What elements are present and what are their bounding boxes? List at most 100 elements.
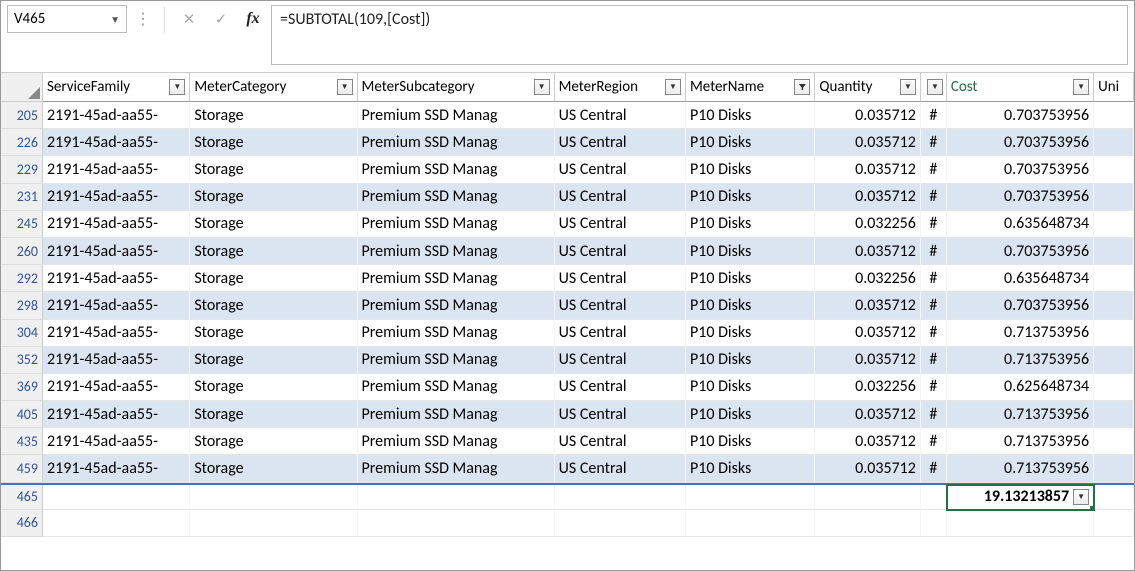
cell-metername[interactable]: P10 Disks — [686, 401, 815, 428]
cell-servicefamily[interactable]: 2191-45ad-aa55- — [43, 156, 190, 183]
cell[interactable] — [1094, 510, 1134, 537]
cell-uni[interactable] — [1094, 102, 1134, 129]
cell-servicefamily[interactable]: 2191-45ad-aa55- — [43, 347, 190, 374]
cell-narrow[interactable]: # — [921, 129, 947, 156]
chevron-down-icon[interactable]: ▼ — [110, 13, 120, 26]
cell-quantity[interactable]: 0.032256 — [815, 265, 921, 292]
cell-quantity[interactable]: 0.035712 — [815, 156, 921, 183]
cell-metername[interactable]: P10 Disks — [686, 428, 815, 455]
cell-uni[interactable] — [1094, 238, 1134, 265]
cell-uni[interactable] — [1094, 347, 1134, 374]
cell-metersubcategory[interactable]: Premium SSD Manag — [358, 238, 555, 265]
cell-metersubcategory[interactable]: Premium SSD Manag — [358, 265, 555, 292]
kebab-icon[interactable]: ⋮ — [131, 5, 154, 33]
filter-dropdown-icon[interactable] — [900, 79, 916, 95]
cell-metersubcategory[interactable]: Premium SSD Manag — [358, 156, 555, 183]
cell-cost[interactable]: 0.635648734 — [947, 265, 1094, 292]
cell-metername[interactable]: P10 Disks — [686, 455, 815, 482]
select-all-corner[interactable] — [1, 73, 43, 102]
cell-uni[interactable] — [1094, 320, 1134, 347]
cell-narrow[interactable]: # — [921, 428, 947, 455]
filter-dropdown-icon[interactable] — [337, 79, 353, 95]
cell[interactable] — [1094, 485, 1134, 510]
cell-narrow[interactable]: # — [921, 347, 947, 374]
header-servicefamily[interactable]: ServiceFamily — [43, 73, 190, 102]
cell-metersubcategory[interactable]: Premium SSD Manag — [358, 292, 555, 319]
row-number[interactable]: 459 — [1, 455, 43, 482]
cell-metercategory[interactable]: Storage — [190, 129, 357, 156]
cell-metersubcategory[interactable]: Premium SSD Manag — [358, 428, 555, 455]
cell[interactable] — [921, 485, 947, 510]
header-cost[interactable]: Cost — [947, 73, 1094, 102]
cell-narrow[interactable]: # — [921, 238, 947, 265]
cell-servicefamily[interactable]: 2191-45ad-aa55- — [43, 292, 190, 319]
cell-servicefamily[interactable]: 2191-45ad-aa55- — [43, 238, 190, 265]
cell-quantity[interactable]: 0.035712 — [815, 455, 921, 482]
cell-meterregion[interactable]: US Central — [555, 401, 686, 428]
cell-servicefamily[interactable]: 2191-45ad-aa55- — [43, 265, 190, 292]
header-metername[interactable]: MeterName — [686, 73, 815, 102]
cell-meterregion[interactable]: US Central — [555, 292, 686, 319]
cell-metername[interactable]: P10 Disks — [686, 184, 815, 211]
filter-dropdown-icon[interactable] — [534, 79, 550, 95]
cell-metername[interactable]: P10 Disks — [686, 265, 815, 292]
cell-servicefamily[interactable]: 2191-45ad-aa55- — [43, 102, 190, 129]
cell-quantity[interactable]: 0.035712 — [815, 401, 921, 428]
cell-servicefamily[interactable]: 2191-45ad-aa55- — [43, 428, 190, 455]
filter-dropdown-icon[interactable] — [665, 79, 681, 95]
cell-cost[interactable]: 0.635648734 — [947, 211, 1094, 238]
name-box[interactable]: V465 ▼ — [7, 5, 127, 33]
cell-servicefamily[interactable]: 2191-45ad-aa55- — [43, 211, 190, 238]
fx-icon[interactable]: fx — [239, 5, 267, 33]
cell-quantity[interactable]: 0.035712 — [815, 428, 921, 455]
cell-metersubcategory[interactable]: Premium SSD Manag — [358, 102, 555, 129]
cell-cost[interactable]: 0.625648734 — [947, 374, 1094, 401]
filter-active-icon[interactable] — [794, 79, 810, 95]
cell-metersubcategory[interactable]: Premium SSD Manag — [358, 374, 555, 401]
header-metersubcategory[interactable]: MeterSubcategory — [358, 73, 555, 102]
cell-narrow[interactable]: # — [921, 156, 947, 183]
filter-dropdown-icon[interactable] — [1073, 79, 1089, 95]
row-number[interactable]: 205 — [1, 102, 43, 129]
row-number[interactable]: 245 — [1, 211, 43, 238]
cell-meterregion[interactable]: US Central — [555, 156, 686, 183]
cell-meterregion[interactable]: US Central — [555, 265, 686, 292]
cell-uni[interactable] — [1094, 455, 1134, 482]
cell-servicefamily[interactable]: 2191-45ad-aa55- — [43, 455, 190, 482]
cell-quantity[interactable]: 0.035712 — [815, 184, 921, 211]
cell-metersubcategory[interactable]: Premium SSD Manag — [358, 211, 555, 238]
filter-dropdown-icon[interactable] — [169, 79, 185, 95]
row-number[interactable]: 435 — [1, 428, 43, 455]
cell-metersubcategory[interactable]: Premium SSD Manag — [358, 347, 555, 374]
cell-servicefamily[interactable]: 2191-45ad-aa55- — [43, 401, 190, 428]
cell-quantity[interactable]: 0.035712 — [815, 238, 921, 265]
cell-narrow[interactable]: # — [921, 401, 947, 428]
cell-quantity[interactable]: 0.032256 — [815, 374, 921, 401]
cell-metername[interactable]: P10 Disks — [686, 292, 815, 319]
row-number[interactable]: 369 — [1, 374, 43, 401]
cell-meterregion[interactable]: US Central — [555, 374, 686, 401]
total-dropdown-icon[interactable]: ▼ — [1073, 489, 1089, 505]
row-number[interactable]: 298 — [1, 292, 43, 319]
header-meterregion[interactable]: MeterRegion — [555, 73, 686, 102]
cell-metercategory[interactable]: Storage — [190, 156, 357, 183]
cell-uni[interactable] — [1094, 265, 1134, 292]
cell-uni[interactable] — [1094, 374, 1134, 401]
cell-quantity[interactable]: 0.035712 — [815, 102, 921, 129]
cell-meterregion[interactable]: US Central — [555, 102, 686, 129]
cell[interactable] — [43, 485, 190, 510]
cell-metercategory[interactable]: Storage — [190, 428, 357, 455]
cancel-icon[interactable]: ✕ — [175, 5, 203, 33]
cell-metersubcategory[interactable]: Premium SSD Manag — [358, 129, 555, 156]
cell-narrow[interactable]: # — [921, 292, 947, 319]
cell-meterregion[interactable]: US Central — [555, 455, 686, 482]
cell-meterregion[interactable]: US Central — [555, 238, 686, 265]
subtotal-cost-cell[interactable]: 19.13213857 ▼ — [947, 485, 1094, 510]
cell-cost[interactable]: 0.713753956 — [947, 428, 1094, 455]
cell-uni[interactable] — [1094, 211, 1134, 238]
cell-metercategory[interactable]: Storage — [190, 211, 357, 238]
cell-metersubcategory[interactable]: Premium SSD Manag — [358, 455, 555, 482]
cell-narrow[interactable]: # — [921, 211, 947, 238]
cell-metername[interactable]: P10 Disks — [686, 347, 815, 374]
cell-metername[interactable]: P10 Disks — [686, 156, 815, 183]
